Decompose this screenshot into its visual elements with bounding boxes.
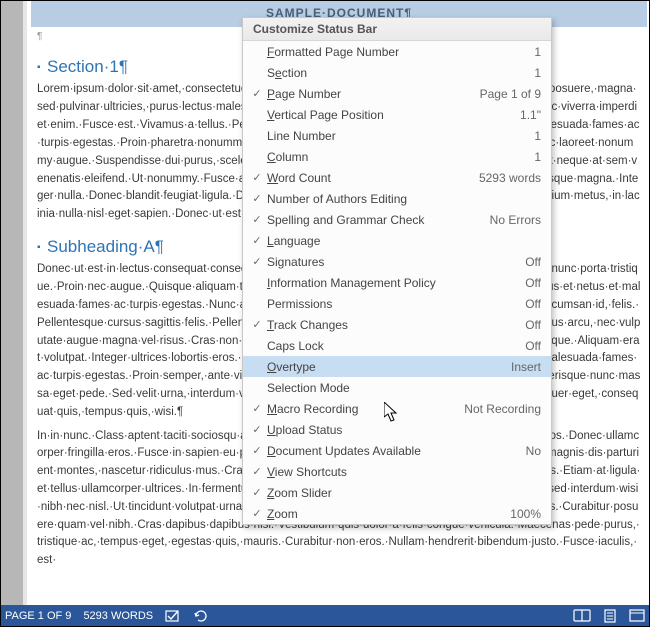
menu-item-value: 1 (528, 129, 541, 143)
menu-item-value: Off (519, 339, 541, 353)
heading-text: Section·1¶ (47, 57, 128, 76)
menu-item-track-changes[interactable]: ✓Track ChangesOff (243, 314, 551, 335)
menu-item-label: Page Number (267, 87, 474, 101)
check-icon: ✓ (247, 486, 267, 499)
menu-item-word-count[interactable]: ✓Word Count5293 words (243, 167, 551, 188)
menu-item-caps-lock[interactable]: Caps LockOff (243, 335, 551, 356)
menu-item-formatted-page-number[interactable]: Formatted Page Number1 (243, 41, 551, 62)
menu-item-overtype[interactable]: OvertypeInsert (243, 356, 551, 377)
menu-item-page-number[interactable]: ✓Page NumberPage 1 of 9 (243, 83, 551, 104)
menu-item-upload-status[interactable]: ✓Upload Status (243, 419, 551, 440)
menu-item-zoom[interactable]: ✓Zoom100% (243, 503, 551, 524)
menu-item-label: Selection Mode (267, 381, 535, 395)
proofing-icon[interactable] (165, 609, 181, 623)
menu-item-signatures[interactable]: ✓SignaturesOff (243, 251, 551, 272)
menu-item-vertical-page-position[interactable]: Vertical Page Position1.1" (243, 104, 551, 125)
menu-item-value: 5293 words (473, 171, 541, 185)
menu-item-label: Formatted Page Number (267, 45, 528, 59)
check-icon: ✓ (247, 444, 267, 457)
menu-item-value: 100% (504, 507, 541, 521)
menu-item-value: Not Recording (458, 402, 541, 416)
menu-item-view-shortcuts[interactable]: ✓View Shortcuts (243, 461, 551, 482)
menu-item-value: Off (519, 318, 541, 332)
menu-item-permissions[interactable]: PermissionsOff (243, 293, 551, 314)
menu-item-label: Document Updates Available (267, 444, 520, 458)
status-word-count[interactable]: 5293 WORDS (83, 610, 153, 622)
status-bar[interactable]: PAGE 1 OF 9 5293 WORDS (1, 605, 649, 626)
menu-item-label: Word Count (267, 171, 473, 185)
menu-item-label: Upload Status (267, 423, 535, 437)
menu-item-value: 1 (528, 150, 541, 164)
menu-item-label: Language (267, 234, 535, 248)
menu-item-label: Information Management Policy (267, 276, 519, 290)
menu-item-document-updates-available[interactable]: ✓Document Updates AvailableNo (243, 440, 551, 461)
menu-item-zoom-slider[interactable]: ✓Zoom Slider (243, 482, 551, 503)
sync-icon[interactable] (193, 609, 209, 623)
menu-item-value: No (520, 444, 541, 458)
menu-item-label: Column (267, 150, 528, 164)
check-icon: ✓ (247, 423, 267, 436)
menu-item-value: No Errors (484, 213, 541, 227)
check-icon: ✓ (247, 507, 267, 520)
menu-title: Customize Status Bar (243, 18, 551, 41)
menu-item-label: Spelling and Grammar Check (267, 213, 484, 227)
menu-item-label: Zoom Slider (267, 486, 535, 500)
menu-item-language[interactable]: ✓Language (243, 230, 551, 251)
menu-item-spelling-and-grammar-check[interactable]: ✓Spelling and Grammar CheckNo Errors (243, 209, 551, 230)
page-edge (23, 1, 27, 606)
check-icon: ✓ (247, 318, 267, 331)
check-icon: ✓ (247, 192, 267, 205)
check-icon: ✓ (247, 402, 267, 415)
menu-item-number-of-authors-editing[interactable]: ✓Number of Authors Editing (243, 188, 551, 209)
menu-item-label: Track Changes (267, 318, 519, 332)
menu-item-value: Insert (505, 360, 541, 374)
menu-item-section[interactable]: Section1 (243, 62, 551, 83)
status-page[interactable]: PAGE 1 OF 9 (5, 610, 71, 622)
heading-text: Subheading·A¶ (47, 237, 164, 256)
page-gutter (1, 1, 23, 606)
menu-item-label: Number of Authors Editing (267, 192, 535, 206)
menu-item-label: Permissions (267, 297, 519, 311)
menu-item-information-management-policy[interactable]: Information Management PolicyOff (243, 272, 551, 293)
menu-item-line-number[interactable]: Line Number1 (243, 125, 551, 146)
menu-item-label: Vertical Page Position (267, 108, 514, 122)
check-icon: ✓ (247, 213, 267, 226)
check-icon: ✓ (247, 87, 267, 100)
menu-item-selection-mode[interactable]: Selection Mode (243, 377, 551, 398)
print-layout-icon[interactable] (603, 609, 617, 623)
menu-item-value: Off (519, 255, 541, 269)
menu-item-value: Off (519, 276, 541, 290)
menu-item-label: Section (267, 66, 528, 80)
check-icon: ✓ (247, 465, 267, 478)
menu-item-column[interactable]: Column1 (243, 146, 551, 167)
menu-item-label: Overtype (267, 360, 505, 374)
menu-item-label: Line Number (267, 129, 528, 143)
read-mode-icon[interactable] (573, 609, 591, 622)
check-icon: ✓ (247, 234, 267, 247)
check-icon: ✓ (247, 171, 267, 184)
web-layout-icon[interactable] (629, 609, 645, 622)
menu-item-value: 1 (528, 45, 541, 59)
menu-item-value: 1 (528, 66, 541, 80)
status-bar-context-menu: Customize Status Bar Formatted Page Numb… (242, 17, 552, 525)
menu-item-value: Off (519, 297, 541, 311)
menu-item-label: Signatures (267, 255, 519, 269)
check-icon: ✓ (247, 255, 267, 268)
menu-item-value: Page 1 of 9 (474, 87, 541, 101)
menu-item-value: 1.1" (514, 108, 541, 122)
menu-item-label: Macro Recording (267, 402, 458, 416)
menu-item-macro-recording[interactable]: ✓Macro RecordingNot Recording (243, 398, 551, 419)
menu-item-label: View Shortcuts (267, 465, 535, 479)
menu-item-label: Caps Lock (267, 339, 519, 353)
menu-item-label: Zoom (267, 507, 504, 521)
